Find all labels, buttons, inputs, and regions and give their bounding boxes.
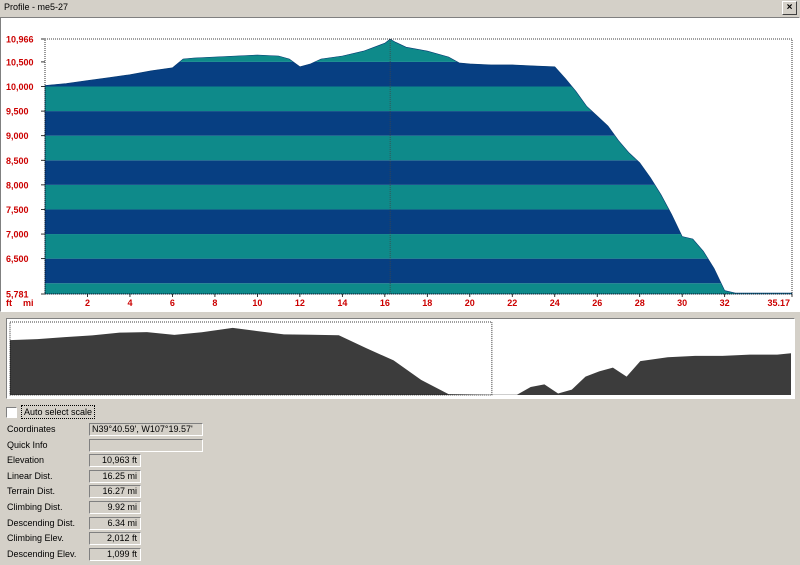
y-tick-label: 10,500 (6, 57, 34, 67)
x-tick-label: 24 (550, 298, 560, 308)
y-unit-label: ft (6, 298, 12, 308)
window-title: Profile - me5-27 (4, 2, 69, 12)
elevation-band (45, 258, 792, 284)
x-tick-label: 16 (380, 298, 390, 308)
x-tick-label: 35.17 (767, 298, 790, 308)
y-tick-label: 8,000 (6, 180, 29, 190)
y-tick-label: 9,000 (6, 131, 29, 141)
title-bar: Profile - me5-27 × (0, 0, 800, 16)
elevation-band (45, 111, 792, 136)
x-tick-label: 4 (127, 298, 132, 308)
x-tick-label: 2 (85, 298, 90, 308)
x-tick-label: 28 (635, 298, 645, 308)
auto-select-scale-checkbox[interactable] (6, 407, 17, 418)
info-label: Descending Dist. (7, 518, 76, 528)
elevation-band (45, 209, 792, 235)
info-value: 16.27 mi (89, 485, 141, 498)
info-value: 6.34 mi (89, 517, 141, 530)
x-tick-label: 20 (465, 298, 475, 308)
y-tick-label: 10,966 (6, 35, 34, 45)
elevation-band (45, 135, 792, 161)
info-value: 10,963 ft (89, 454, 141, 467)
info-label: Descending Elev. (7, 549, 77, 559)
x-tick-label: 32 (720, 298, 730, 308)
y-tick-label: 10,000 (6, 82, 34, 92)
x-unit-label: mi (23, 298, 34, 308)
y-tick-label: 7,000 (6, 230, 29, 240)
info-value: 9.92 mi (89, 501, 141, 514)
elevation-band (45, 184, 792, 210)
elevation-profile-svg: 10,966 10,500 10,000 9,500 9,000 8,500 8,000 7,… (6, 35, 793, 308)
x-tick-label: 10 (252, 298, 262, 308)
info-label: Coordinates (7, 424, 56, 434)
x-tick-label: 30 (677, 298, 687, 308)
elevation-band (45, 86, 792, 112)
overview-profile-svg (9, 321, 791, 396)
x-tick-label: 26 (592, 298, 602, 308)
close-icon: × (786, 2, 793, 13)
info-label: Linear Dist. (7, 471, 53, 481)
info-value: 1,099 ft (89, 548, 141, 561)
overview-profile-chart[interactable] (6, 318, 795, 399)
info-value: 2,012 ft (89, 532, 141, 545)
elevation-profile-chart[interactable]: 10,966 10,500 10,000 9,500 9,000 8,500 8,000 7,… (0, 17, 800, 312)
y-tick-label: 8,500 (6, 156, 29, 166)
elevation-band (45, 61, 792, 87)
y-tick-label: 9,500 (6, 107, 29, 117)
overview-area (10, 327, 791, 395)
info-label: Quick Info (7, 440, 48, 450)
info-label: Terrain Dist. (7, 486, 56, 496)
x-tick-label: 14 (337, 298, 347, 308)
y-tick-label: 6,500 (6, 254, 29, 264)
y-tick-label: 7,500 (6, 205, 29, 215)
x-tick-label: 8 (212, 298, 217, 308)
info-label: Elevation (7, 455, 45, 465)
x-tick-label: 12 (295, 298, 305, 308)
x-tick-label: 6 (170, 298, 175, 308)
info-value: 16.25 mi (89, 470, 141, 483)
elevation-band (45, 160, 792, 185)
x-tick-label: 18 (422, 298, 432, 308)
elevation-band (45, 39, 792, 62)
info-value: N39°40.59', W107°19.57' (89, 423, 203, 436)
elevation-bands (45, 39, 792, 294)
x-tick-label: 22 (507, 298, 517, 308)
info-label: Climbing Elev. (7, 533, 64, 543)
close-button[interactable]: × (782, 1, 797, 15)
info-label: Climbing Dist. (7, 502, 63, 512)
auto-select-scale-label[interactable]: Auto select scale (21, 405, 96, 419)
elevation-band (45, 234, 792, 259)
info-value (89, 439, 203, 452)
elevation-band (45, 283, 792, 294)
